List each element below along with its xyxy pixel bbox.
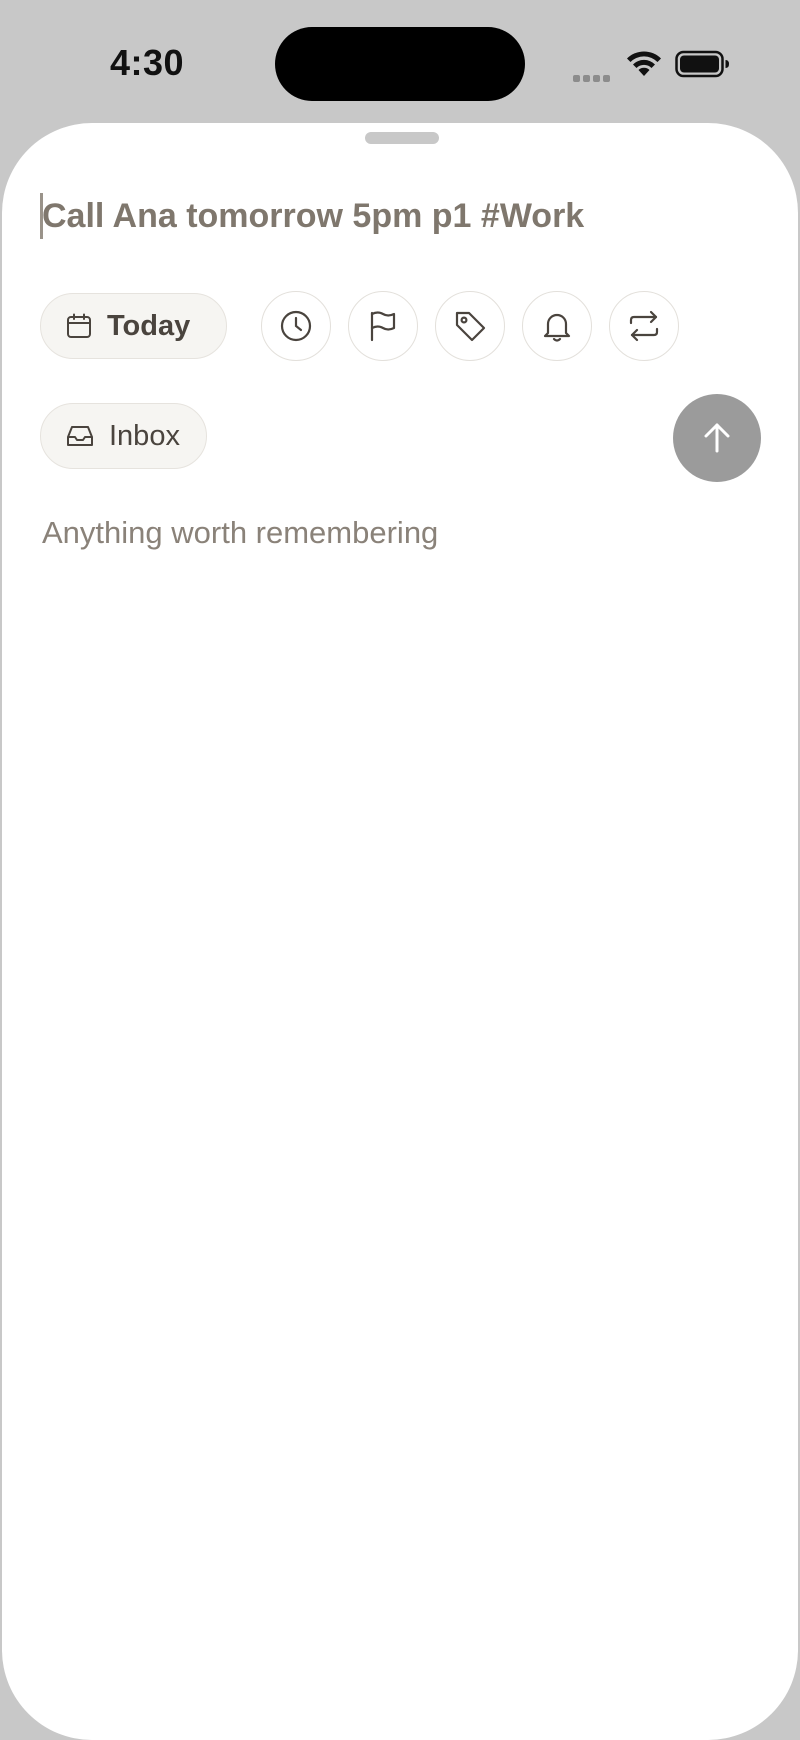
status-time: 4:30 bbox=[110, 42, 185, 83]
sheet-grabber[interactable] bbox=[365, 132, 439, 144]
labels-button[interactable] bbox=[435, 291, 506, 361]
cellular-signal-icon bbox=[573, 69, 613, 82]
calendar-icon bbox=[67, 313, 91, 338]
repeat-icon bbox=[630, 310, 659, 342]
priority-button[interactable] bbox=[348, 291, 419, 361]
time-button[interactable] bbox=[261, 291, 332, 361]
due-date-label: Today bbox=[107, 309, 191, 342]
battery-icon bbox=[675, 50, 729, 78]
status-bar: 4:30 bbox=[0, 0, 800, 120]
quick-actions-row: Today bbox=[40, 291, 680, 361]
repeat-button[interactable] bbox=[609, 291, 680, 361]
project-row: Inbox bbox=[40, 403, 207, 469]
description-input[interactable]: Anything worth remembering bbox=[42, 515, 438, 551]
tag-icon bbox=[456, 311, 486, 342]
inbox-icon bbox=[67, 426, 93, 446]
flag-icon bbox=[371, 311, 396, 342]
add-task-button[interactable] bbox=[673, 394, 761, 482]
due-date-chip[interactable]: Today bbox=[40, 293, 228, 359]
quick-add-sheet: Call Ana tomorrow 5pm p1 #Work Today Inb… bbox=[2, 123, 798, 1740]
task-name-input[interactable]: Call Ana tomorrow 5pm p1 #Work bbox=[40, 191, 742, 241]
dynamic-island bbox=[275, 27, 525, 101]
reminders-button[interactable] bbox=[522, 291, 593, 361]
project-chip[interactable]: Inbox bbox=[40, 403, 207, 469]
clock-icon bbox=[281, 310, 312, 342]
project-label: Inbox bbox=[109, 419, 180, 452]
arrow-up-icon bbox=[704, 423, 730, 453]
bell-icon bbox=[544, 313, 571, 342]
wifi-icon bbox=[627, 51, 661, 76]
